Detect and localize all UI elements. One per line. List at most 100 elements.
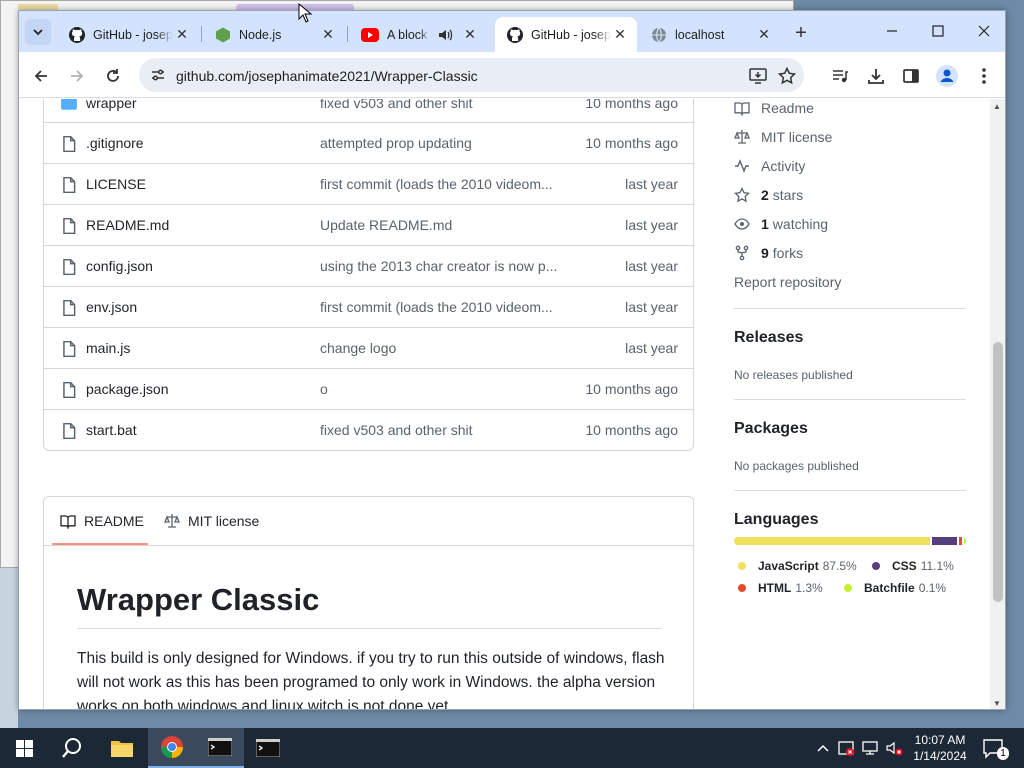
table-row[interactable]: package.json o 10 months ago: [44, 368, 693, 409]
close-window-button[interactable]: [961, 11, 1005, 51]
scroll-down-arrow[interactable]: ▼: [993, 699, 1001, 708]
tab-nodejs[interactable]: Node.js ✕: [203, 17, 345, 52]
page-scrollbar[interactable]: ▲ ▼: [990, 99, 1005, 709]
file-explorer-button[interactable]: [98, 728, 146, 768]
file-name[interactable]: .gitignore: [86, 135, 144, 151]
tray-expand-icon[interactable]: [814, 739, 832, 757]
commit-message[interactable]: first commit (loads the 2010 videom...: [320, 299, 560, 315]
commit-message[interactable]: fixed v503 and other shit: [320, 99, 560, 111]
forward-button[interactable]: [63, 62, 91, 90]
commit-message[interactable]: using the 2013 char creator is now p...: [320, 258, 560, 274]
language-javascript[interactable]: JavaScript 87.5%: [738, 559, 857, 573]
tab-readme[interactable]: README: [60, 513, 144, 529]
language-percent: 87.5%: [822, 559, 857, 573]
side-panel-icon: [903, 69, 919, 83]
commit-message[interactable]: o: [320, 381, 560, 397]
downloads-button[interactable]: [863, 63, 889, 89]
terminal-taskbar-button-2[interactable]: [244, 728, 292, 768]
volume-muted-icon[interactable]: [885, 739, 903, 757]
media-controls-button[interactable]: [827, 63, 853, 89]
divider: [734, 308, 966, 309]
file-name[interactable]: package.json: [86, 381, 169, 397]
arrow-right-icon: [71, 70, 84, 82]
table-row[interactable]: LICENSE first commit (loads the 2010 vid…: [44, 163, 693, 204]
file-name[interactable]: env.json: [86, 299, 137, 315]
tab-github-1[interactable]: GitHub - josephanimate2021 ✕: [57, 17, 199, 52]
table-row[interactable]: wrapper fixed v503 and other shit 10 mon…: [44, 99, 693, 122]
table-row[interactable]: .gitignore attempted prop updating 10 mo…: [44, 122, 693, 163]
commit-message[interactable]: Update README.md: [320, 217, 560, 233]
report-repository-link[interactable]: Report repository: [734, 274, 841, 290]
language-css[interactable]: CSS 11.1%: [872, 559, 954, 573]
install-app-button[interactable]: [747, 65, 769, 87]
notification-center-button[interactable]: 1: [982, 737, 1009, 760]
language-html[interactable]: HTML 1.3%: [738, 581, 823, 595]
address-bar[interactable]: github.com/josephanimate2021/Wrapper-Cla…: [139, 58, 804, 92]
speaker-audio-icon[interactable]: [437, 27, 453, 43]
stars-link[interactable]: 2 stars: [734, 187, 803, 203]
file-name[interactable]: README.md: [86, 217, 169, 233]
network-icon[interactable]: [861, 739, 879, 757]
language-name: HTML: [758, 581, 792, 595]
commit-message[interactable]: fixed v503 and other shit: [320, 422, 560, 438]
commit-message[interactable]: attempted prop updating: [320, 135, 560, 151]
close-tab-icon[interactable]: ✕: [461, 26, 479, 44]
close-tab-icon[interactable]: ✕: [755, 26, 773, 44]
chrome-taskbar-button[interactable]: [148, 728, 196, 768]
table-row[interactable]: README.md Update README.md last year: [44, 204, 693, 245]
tab-youtube[interactable]: A block that can ✕: [349, 17, 495, 52]
scroll-up-arrow[interactable]: ▲: [993, 102, 1001, 111]
search-button[interactable]: [48, 728, 96, 768]
forks-label: forks: [772, 245, 804, 261]
profile-button[interactable]: [934, 63, 960, 89]
file-name[interactable]: wrapper: [86, 99, 137, 111]
file-name[interactable]: start.bat: [86, 422, 137, 438]
new-tab-button[interactable]: +: [789, 21, 813, 45]
menu-button[interactable]: [971, 63, 997, 89]
watching-label: watching: [772, 216, 829, 232]
side-panel-button[interactable]: [898, 63, 924, 89]
stars-count: 2: [761, 187, 769, 203]
security-warning-icon[interactable]: [837, 739, 855, 757]
commit-message[interactable]: change logo: [320, 340, 560, 356]
file-name[interactable]: config.json: [86, 258, 153, 274]
language-batchfile[interactable]: Batchfile 0.1%: [844, 581, 946, 595]
start-button[interactable]: [0, 728, 48, 768]
table-row[interactable]: env.json first commit (loads the 2010 vi…: [44, 286, 693, 327]
license-link[interactable]: MIT license: [734, 129, 832, 145]
close-tab-icon[interactable]: ✕: [319, 26, 337, 44]
table-row[interactable]: start.bat fixed v503 and other shit 10 m…: [44, 409, 693, 450]
close-tab-icon[interactable]: ✕: [173, 26, 191, 44]
tab-github-active[interactable]: GitHub - josephanimate2021 ✕: [495, 17, 637, 52]
close-tab-icon[interactable]: ✕: [611, 26, 629, 44]
tab-localhost[interactable]: localhost ✕: [639, 17, 781, 52]
file-name[interactable]: main.js: [86, 340, 130, 356]
tab-label: A block that can: [387, 27, 429, 42]
packages-heading[interactable]: Packages: [734, 420, 808, 438]
url-text[interactable]: github.com/josephanimate2021/Wrapper-Cla…: [176, 68, 478, 84]
reload-icon: [107, 69, 119, 82]
bookmark-button[interactable]: [776, 65, 798, 87]
table-row[interactable]: config.json using the 2013 char creator …: [44, 245, 693, 286]
watching-link[interactable]: 1 watching: [734, 216, 828, 232]
minimize-button[interactable]: [869, 11, 915, 51]
site-info-button[interactable]: [145, 62, 171, 88]
forks-link[interactable]: 9 forks: [734, 245, 803, 261]
reload-button[interactable]: [99, 62, 127, 90]
tab-license[interactable]: MIT license: [164, 513, 259, 529]
maximize-button[interactable]: [915, 11, 961, 51]
system-clock[interactable]: 10:07 AM 1/14/2024: [904, 732, 976, 764]
file-name[interactable]: LICENSE: [86, 176, 146, 192]
arrow-left-icon: [34, 70, 47, 82]
book-icon: [734, 102, 750, 116]
terminal-taskbar-button-1[interactable]: [196, 728, 244, 768]
activity-link[interactable]: Activity: [734, 158, 805, 174]
scroll-thumb[interactable]: [993, 342, 1003, 602]
readme-link[interactable]: Readme: [734, 100, 814, 116]
releases-heading[interactable]: Releases: [734, 329, 803, 347]
back-button[interactable]: [27, 62, 55, 90]
active-tab-underline: [52, 543, 148, 545]
commit-message[interactable]: first commit (loads the 2010 videom...: [320, 176, 560, 192]
tab-search-button[interactable]: [25, 19, 51, 45]
table-row[interactable]: main.js change logo last year: [44, 327, 693, 368]
